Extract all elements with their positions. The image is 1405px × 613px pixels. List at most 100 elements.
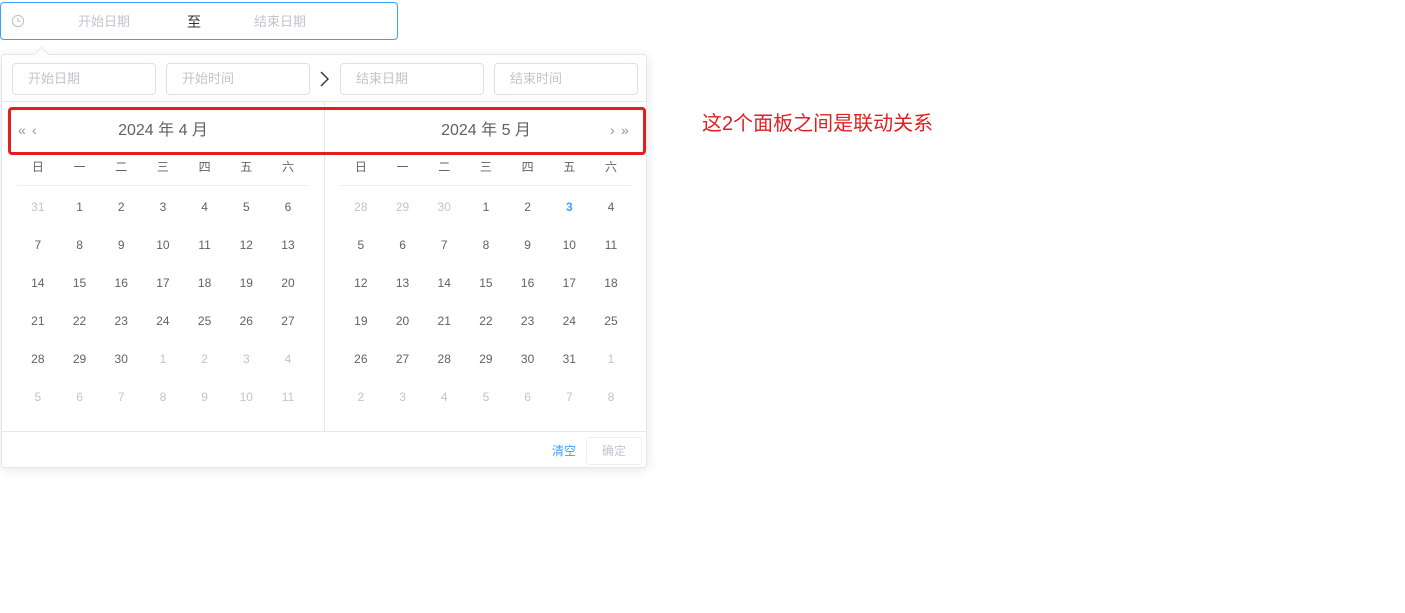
- day-cell[interactable]: 16: [100, 264, 142, 302]
- day-cell[interactable]: 1: [590, 340, 632, 378]
- day-cell[interactable]: 11: [590, 226, 632, 264]
- next-month-button[interactable]: ›: [610, 121, 615, 139]
- day-cell[interactable]: 20: [267, 264, 309, 302]
- day-cell[interactable]: 10: [225, 378, 267, 416]
- day-cell[interactable]: 16: [507, 264, 549, 302]
- day-cell[interactable]: 4: [423, 378, 465, 416]
- day-cell[interactable]: 19: [340, 302, 382, 340]
- day-cell[interactable]: 21: [17, 302, 59, 340]
- day-cell[interactable]: 3: [142, 188, 184, 226]
- day-cell[interactable]: 5: [465, 378, 507, 416]
- day-cell[interactable]: 6: [382, 226, 424, 264]
- end-date-placeholder[interactable]: 结束日期: [254, 14, 306, 30]
- day-cell[interactable]: 4: [267, 340, 309, 378]
- day-cell[interactable]: 4: [590, 188, 632, 226]
- day-cell[interactable]: 7: [17, 226, 59, 264]
- day-cell[interactable]: 2: [340, 378, 382, 416]
- day-cell[interactable]: 25: [590, 302, 632, 340]
- day-cell[interactable]: 20: [382, 302, 424, 340]
- day-cell[interactable]: 31: [548, 340, 590, 378]
- weekday-label: 五: [240, 160, 253, 174]
- day-cell[interactable]: 17: [548, 264, 590, 302]
- day-cell[interactable]: 3: [225, 340, 267, 378]
- day-cell[interactable]: 22: [465, 302, 507, 340]
- day-cell[interactable]: 5: [17, 378, 59, 416]
- day-cell[interactable]: 7: [423, 226, 465, 264]
- day-cell[interactable]: 12: [340, 264, 382, 302]
- day-cell[interactable]: 30: [507, 340, 549, 378]
- day-cell[interactable]: 27: [267, 302, 309, 340]
- day-cell[interactable]: 28: [340, 188, 382, 226]
- day-cell[interactable]: 30: [423, 188, 465, 226]
- end-date-input[interactable]: 结束日期: [340, 63, 484, 95]
- day-cell[interactable]: 1: [59, 188, 101, 226]
- day-cell[interactable]: 31: [17, 188, 59, 226]
- day-cell[interactable]: 6: [267, 188, 309, 226]
- day-cell[interactable]: 7: [548, 378, 590, 416]
- day-cell[interactable]: 10: [548, 226, 590, 264]
- day-cell[interactable]: 19: [225, 264, 267, 302]
- day-cell[interactable]: 8: [465, 226, 507, 264]
- date-range-input[interactable]: 开始日期 至 结束日期: [0, 2, 398, 40]
- day-cell[interactable]: 23: [100, 302, 142, 340]
- day-cell[interactable]: 26: [225, 302, 267, 340]
- day-cell[interactable]: 18: [590, 264, 632, 302]
- day-cell[interactable]: 15: [465, 264, 507, 302]
- day-cell[interactable]: 2: [184, 340, 226, 378]
- day-cell[interactable]: 14: [17, 264, 59, 302]
- day-cell[interactable]: 30: [100, 340, 142, 378]
- day-cell[interactable]: 2: [507, 188, 549, 226]
- day-cell[interactable]: 11: [267, 378, 309, 416]
- day-cell[interactable]: 18: [184, 264, 226, 302]
- day-cell[interactable]: 9: [100, 226, 142, 264]
- day-cell[interactable]: 9: [184, 378, 226, 416]
- day-cell[interactable]: 1: [465, 188, 507, 226]
- clear-button[interactable]: 清空: [552, 443, 576, 459]
- week-row: 12 13 14 15 16 17 18: [340, 264, 632, 302]
- day-cell[interactable]: 23: [507, 302, 549, 340]
- start-date-placeholder[interactable]: 开始日期: [78, 14, 130, 30]
- day-cell[interactable]: 25: [184, 302, 226, 340]
- day-cell[interactable]: 13: [267, 226, 309, 264]
- day-cell[interactable]: 9: [507, 226, 549, 264]
- end-time-input[interactable]: 结束时间: [494, 63, 638, 95]
- day-cell[interactable]: 8: [59, 226, 101, 264]
- day-cell[interactable]: 28: [17, 340, 59, 378]
- day-cell[interactable]: 26: [340, 340, 382, 378]
- day-cell[interactable]: 13: [382, 264, 424, 302]
- day-cell[interactable]: 11: [184, 226, 226, 264]
- day-cell[interactable]: 6: [507, 378, 549, 416]
- day-cell[interactable]: 29: [382, 188, 424, 226]
- next-year-button[interactable]: »: [621, 121, 629, 139]
- week-row: 28 29 30 1 2 3 4: [340, 188, 632, 226]
- day-cell[interactable]: 29: [59, 340, 101, 378]
- day-cell[interactable]: 8: [590, 378, 632, 416]
- left-month-panel: « ‹ 2024 年 4 月 日一二三四五六 31 1 2 3 4 5 6 7 8 9 10 11 12…: [2, 101, 324, 431]
- day-cell[interactable]: 14: [423, 264, 465, 302]
- day-cell[interactable]: 5: [340, 226, 382, 264]
- day-cell[interactable]: 12: [225, 226, 267, 264]
- start-date-input[interactable]: 开始日期: [12, 63, 156, 95]
- day-cell[interactable]: 4: [184, 188, 226, 226]
- day-cell[interactable]: 8: [142, 378, 184, 416]
- day-cell[interactable]: 24: [142, 302, 184, 340]
- day-cell[interactable]: 22: [59, 302, 101, 340]
- day-cell[interactable]: 5: [225, 188, 267, 226]
- confirm-button[interactable]: 确定: [586, 437, 642, 465]
- day-cell[interactable]: 3: [382, 378, 424, 416]
- day-cell[interactable]: 21: [423, 302, 465, 340]
- day-cell[interactable]: 28: [423, 340, 465, 378]
- day-cell[interactable]: 29: [465, 340, 507, 378]
- day-cell[interactable]: 24: [548, 302, 590, 340]
- day-cell[interactable]: 1: [142, 340, 184, 378]
- day-cell-today[interactable]: 3: [548, 188, 590, 226]
- start-time-input[interactable]: 开始时间: [166, 63, 310, 95]
- day-cell[interactable]: 7: [100, 378, 142, 416]
- weekday-label: 日: [31, 160, 44, 174]
- day-cell[interactable]: 10: [142, 226, 184, 264]
- day-cell[interactable]: 17: [142, 264, 184, 302]
- day-cell[interactable]: 27: [382, 340, 424, 378]
- day-cell[interactable]: 2: [100, 188, 142, 226]
- day-cell[interactable]: 15: [59, 264, 101, 302]
- day-cell[interactable]: 6: [59, 378, 101, 416]
